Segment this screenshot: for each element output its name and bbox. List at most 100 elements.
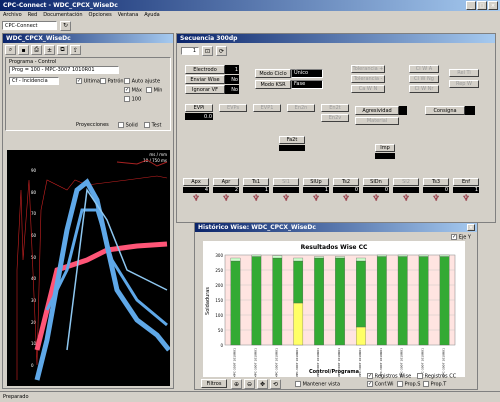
registros-wise-checkbox[interactable] — [367, 373, 373, 379]
hundred-checkbox[interactable] — [124, 96, 130, 102]
bar-segment[interactable] — [293, 260, 304, 304]
bar-segment[interactable] — [314, 256, 324, 259]
bar-segment[interactable] — [293, 302, 304, 346]
bar-segment[interactable] — [230, 260, 241, 346]
modo-ksr-button[interactable]: Modo KSR — [255, 80, 291, 89]
menu-documentacion[interactable]: Documentación — [43, 12, 82, 18]
imp-button[interactable]: Imp — [375, 144, 395, 152]
conf-wi-option[interactable]: Conf.Wi — [367, 381, 394, 388]
step-enf-button[interactable]: Enf — [453, 178, 479, 186]
step-apr-button[interactable]: Apr — [213, 178, 239, 186]
step-apx-button[interactable]: Apx — [183, 178, 209, 186]
modo-ksr-value[interactable]: Fase — [291, 80, 323, 89]
modo-ciclo-value[interactable]: Único — [291, 69, 323, 78]
zoom-in-icon[interactable]: ⊕ — [231, 379, 242, 389]
step-ts2-button[interactable]: Ts2 — [333, 178, 359, 186]
test-checkbox[interactable] — [144, 122, 150, 128]
solid-checkbox[interactable] — [118, 122, 124, 128]
prop-t-checkbox[interactable] — [423, 381, 429, 387]
prop-s-option[interactable]: Prop.S — [397, 381, 420, 388]
consigna-button[interactable]: Consigna — [425, 106, 465, 115]
ignorar-vf-button[interactable]: Ignorar VF — [185, 85, 225, 94]
mantener-vista-checkbox[interactable] — [295, 381, 301, 387]
bar-segment[interactable] — [397, 254, 408, 257]
cl-w-nr-button[interactable]: Cl W Nr — [409, 85, 439, 93]
evpi-button[interactable]: EVPi — [185, 104, 213, 112]
ca-w-n-button[interactable]: Ca W N — [351, 85, 385, 93]
step-siup-button[interactable]: SIUp — [303, 178, 329, 186]
filtros-button[interactable]: Filtros — [201, 379, 227, 388]
step-si2-button[interactable]: SI2 — [393, 178, 419, 186]
close-button[interactable]: × — [488, 1, 498, 10]
max-option[interactable]: Máx — [124, 87, 142, 94]
bar-segment[interactable] — [272, 257, 283, 346]
registros-cc-checkbox[interactable] — [417, 373, 423, 379]
bar-segment[interactable] — [272, 255, 283, 259]
ultima-checkbox[interactable] — [76, 78, 82, 84]
agresividad-button[interactable]: Agresividad — [355, 106, 399, 115]
material-button[interactable]: Material — [355, 117, 399, 125]
step-sidn-button[interactable]: SIDn — [363, 178, 389, 186]
bar-segment[interactable] — [356, 260, 366, 328]
cl-w-ng-button[interactable]: Cl W Ng — [409, 75, 439, 83]
bar-segment[interactable] — [376, 254, 387, 257]
registros-cc-option[interactable]: Registros CC — [417, 373, 456, 380]
copy-icon[interactable]: ⧉ — [57, 45, 68, 55]
bar-segment[interactable] — [418, 256, 429, 346]
incidencia-dropdown[interactable]: Cf - Incidencia — [9, 77, 59, 85]
prop-s-checkbox[interactable] — [397, 381, 403, 387]
fa2t-button[interactable]: Fa2t — [279, 136, 305, 144]
reset-view-icon[interactable]: ⟲ — [270, 379, 281, 389]
en2v-button[interactable]: En2v — [321, 114, 349, 122]
menu-red[interactable]: Red — [28, 12, 38, 18]
minimize-button[interactable]: _ — [466, 1, 476, 10]
step-ts1-button[interactable]: Ts1 — [243, 178, 269, 186]
zoom-icon[interactable]: ± — [44, 45, 55, 55]
save-icon[interactable]: ▪ — [18, 45, 29, 55]
modo-ciclo-button[interactable]: Modo Ciclo — [255, 69, 291, 78]
rep-w-button[interactable]: Rep W — [449, 80, 479, 88]
bar-segment[interactable] — [376, 256, 387, 346]
min-option[interactable]: Mín — [146, 87, 162, 94]
connect-icon[interactable]: ↻ — [60, 20, 71, 31]
scope-plot[interactable]: ms / mm 10 / 750 ms 90 80 70 60 50 40 30 20 10 0 — [7, 150, 170, 386]
tolerancia-minus-button[interactable]: Tolerancia - — [351, 75, 385, 83]
refresh-icon[interactable]: ⟳ — [216, 46, 227, 56]
bar-segment[interactable] — [293, 257, 304, 262]
bar-segment[interactable] — [314, 257, 324, 346]
en2t-button[interactable]: En2t — [321, 104, 349, 112]
menu-opciones[interactable]: Opciones — [89, 12, 112, 18]
step-ts3-button[interactable]: Ts3 — [423, 178, 449, 186]
electrodo-button[interactable]: Electrodo — [185, 65, 225, 74]
bar-segment[interactable] — [397, 256, 408, 346]
tolerancia-plus-button[interactable]: Tolerancia + — [351, 65, 385, 73]
menu-ventana[interactable]: Ventana — [118, 12, 139, 18]
zoom-out-icon[interactable]: ⊖ — [244, 379, 255, 389]
secuencia-page-field[interactable]: 1 — [181, 47, 199, 55]
eje-y-option[interactable]: Eje Y — [451, 234, 471, 241]
step-si1-button[interactable]: SI1 — [273, 178, 299, 186]
mantener-vista-option[interactable]: Mantener vista — [295, 381, 340, 388]
cl-w-a-button[interactable]: Cl W A — [409, 65, 439, 73]
print-icon[interactable]: ⎙ — [31, 45, 42, 55]
bar-segment[interactable] — [356, 326, 366, 346]
conf-wi-checkbox[interactable] — [367, 381, 373, 387]
evps-button[interactable]: EVPs — [219, 104, 247, 112]
bar-segment[interactable] — [439, 254, 450, 257]
historico-close-button[interactable]: × — [467, 224, 475, 231]
test-option[interactable]: Test — [144, 122, 161, 129]
ultima-option[interactable]: Ultima — [76, 78, 100, 85]
pan-icon[interactable]: ✥ — [257, 379, 268, 389]
bar-segment[interactable] — [335, 257, 345, 346]
bar-segment[interactable] — [418, 254, 429, 257]
menu-ayuda[interactable]: Ayuda — [144, 12, 159, 18]
export-icon[interactable]: ⇪ — [70, 45, 81, 55]
bar-segment[interactable] — [230, 257, 241, 262]
patron-checkbox[interactable] — [100, 78, 106, 84]
max-checkbox[interactable] — [124, 87, 130, 93]
eje-y-checkbox[interactable] — [451, 234, 458, 240]
search-icon[interactable]: ⌕ — [5, 45, 16, 55]
bar-segment[interactable] — [439, 256, 450, 346]
bar-segment[interactable] — [356, 257, 366, 262]
solid-option[interactable]: Solid — [118, 122, 138, 129]
